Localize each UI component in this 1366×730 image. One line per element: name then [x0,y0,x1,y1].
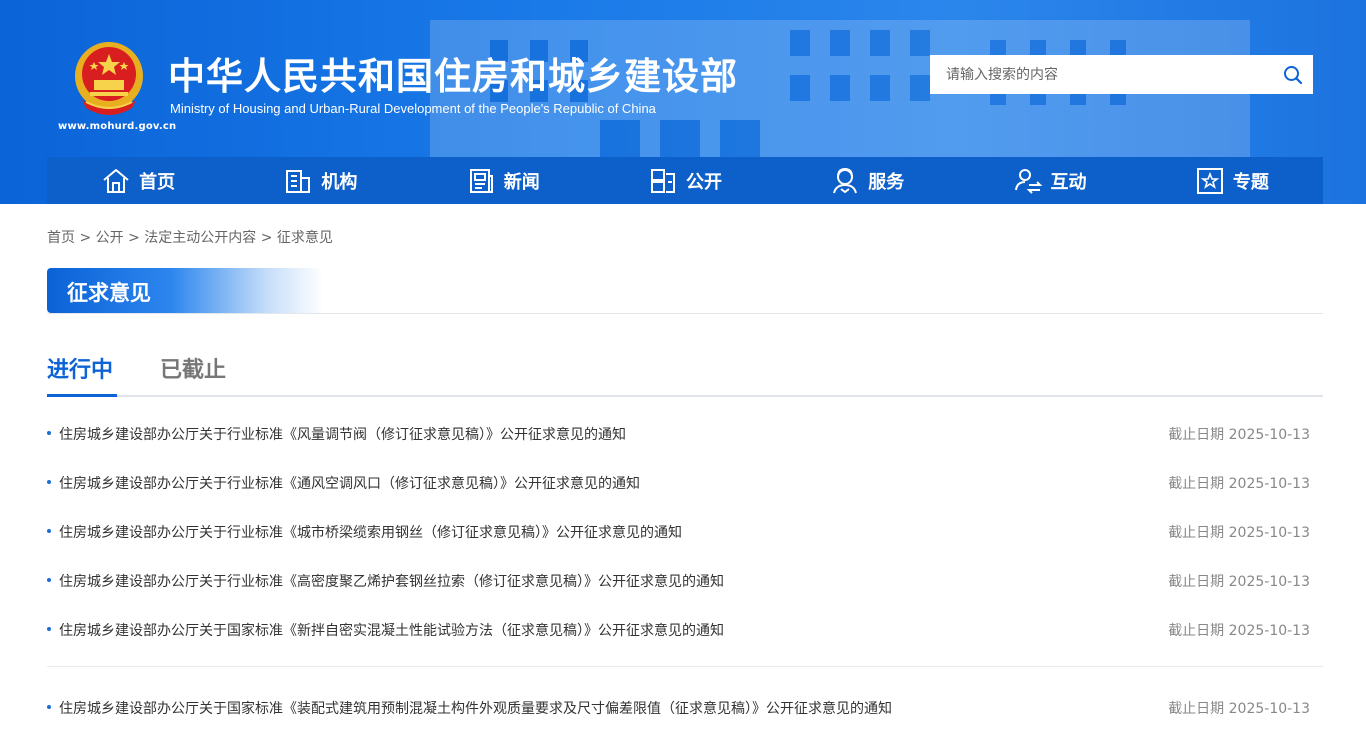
news-icon [469,168,493,193]
nav-label: 互动 [1050,171,1087,193]
breadcrumb-item-public[interactable]: 公开 [96,230,124,246]
list-item-deadline: 截止日期 2025-10-13 [1168,476,1310,492]
active-tab-indicator [47,394,117,397]
breadcrumb: 首页 > 公开 > 法定主动公开内容 > 征求意见 [47,227,333,247]
list-item-title[interactable]: 住房城乡建设部办公厅关于行业标准《高密度聚乙烯护套钢丝拉索（修订征求意见稿）》公… [59,571,724,591]
breadcrumb-separator: > [79,230,92,246]
building-icon [286,169,311,193]
bullet-icon [47,480,51,484]
breadcrumb-item-current[interactable]: 征求意见 [277,230,333,246]
nav-item-home[interactable]: 首页 [47,157,229,204]
breadcrumb-separator: > [260,230,273,246]
list-item-deadline: 截止日期 2025-10-13 [1168,427,1310,443]
site-title-english: Ministry of Housing and Urban-Rural Deve… [170,101,656,116]
bullet-icon [47,705,51,709]
list-item-deadline: 截止日期 2025-10-13 [1168,623,1310,639]
main-nav: 首页 机构 新闻 公开 服务 互动 专题 [47,157,1323,204]
list-item[interactable]: 住房城乡建设部办公厅关于国家标准《装配式建筑用预制混凝土构件外观质量要求及尺寸偏… [47,692,1323,722]
nav-item-interaction[interactable]: 互动 [958,157,1140,204]
site-url: www.mohurd.gov.cn [58,121,177,132]
list-item[interactable]: 住房城乡建设部办公厅关于行业标准《高密度聚乙烯护套钢丝拉索（修订征求意见稿）》公… [47,565,1323,595]
list-item[interactable]: 住房城乡建设部办公厅关于行业标准《通风空调风口（修订征求意见稿）》公开征求意见的… [47,467,1323,497]
home-icon [103,168,129,193]
nav-label: 首页 [139,171,176,193]
folder-icon [650,168,675,193]
breadcrumb-item-home[interactable]: 首页 [47,230,75,246]
national-emblem-icon [75,42,143,115]
nav-label: 专题 [1232,171,1269,193]
nav-item-topics[interactable]: 专题 [1141,157,1323,204]
tab-closed[interactable]: 已截止 [160,352,226,384]
list-item-title[interactable]: 住房城乡建设部办公厅关于行业标准《通风空调风口（修订征求意见稿）》公开征求意见的… [59,473,640,493]
site-title[interactable]: 中华人民共和国住房和城乡建设部 [168,46,738,100]
bullet-icon [47,627,51,631]
interaction-icon [1014,168,1042,194]
list-item-title[interactable]: 住房城乡建设部办公厅关于国家标准《新拌自密实混凝土性能试验方法（征求意见稿）》公… [59,620,724,640]
nav-label: 新闻 [503,171,540,193]
list-item-title[interactable]: 住房城乡建设部办公厅关于国家标准《装配式建筑用预制混凝土构件外观质量要求及尺寸偏… [59,698,892,718]
nav-label: 服务 [868,171,905,193]
status-tabs: 进行中 已截止 [47,350,1323,397]
bullet-icon [47,578,51,582]
nav-item-public[interactable]: 公开 [594,157,776,204]
section-header: 征求意见 [47,268,323,313]
list-group-divider [47,666,1323,667]
section-title: 征求意见 [67,281,151,305]
bullet-icon [47,431,51,435]
list-item[interactable]: 住房城乡建设部办公厅关于行业标准《风量调节阀（修订征求意见稿）》公开征求意见的通… [47,418,1323,448]
nav-item-service[interactable]: 服务 [776,157,958,204]
site-header: www.mohurd.gov.cn 中华人民共和国住房和城乡建设部 Minist… [0,0,1366,204]
list-item[interactable]: 住房城乡建设部办公厅关于行业标准《城市桥梁缆索用钢丝（修订征求意见稿）》公开征求… [47,516,1323,546]
list-item-deadline: 截止日期 2025-10-13 [1168,525,1310,541]
search-input[interactable] [930,55,1273,94]
breadcrumb-separator: > [128,230,140,246]
section-divider [47,313,1323,314]
nav-item-organization[interactable]: 机构 [229,157,411,204]
bullet-icon [47,529,51,533]
tab-ongoing[interactable]: 进行中 [47,352,113,384]
list-item-title[interactable]: 住房城乡建设部办公厅关于行业标准《城市桥梁缆索用钢丝（修订征求意见稿）》公开征求… [59,522,682,542]
search-box [930,55,1313,94]
search-icon[interactable] [1273,55,1313,94]
list-item-deadline: 截止日期 2025-10-13 [1168,701,1310,717]
list-item[interactable]: 住房城乡建设部办公厅关于国家标准《新拌自密实混凝土性能试验方法（征求意见稿）》公… [47,614,1323,644]
service-icon [833,167,858,193]
nav-label: 机构 [321,171,358,193]
list-item-deadline: 截止日期 2025-10-13 [1168,574,1310,590]
star-frame-icon [1196,167,1223,194]
breadcrumb-item-statutory[interactable]: 法定主动公开内容 [144,230,256,246]
list-item-title[interactable]: 住房城乡建设部办公厅关于行业标准《风量调节阀（修订征求意见稿）》公开征求意见的通… [59,424,626,444]
nav-item-news[interactable]: 新闻 [412,157,594,204]
nav-label: 公开 [685,171,722,193]
